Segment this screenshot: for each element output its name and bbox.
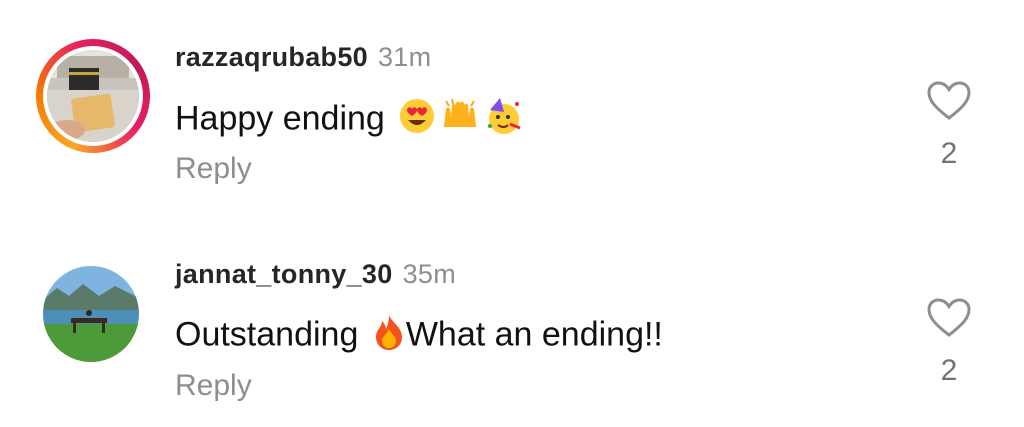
comment-text-body: Happy ending xyxy=(175,99,385,138)
comment-timestamp: 35m xyxy=(402,259,456,289)
heart-icon xyxy=(927,81,971,120)
comment-text: Outstanding What an ending!! xyxy=(175,313,663,360)
heart-eyes-emoji xyxy=(398,97,436,144)
comment-username[interactable]: jannat_tonny_30 35m xyxy=(175,259,456,290)
avatar[interactable] xyxy=(43,266,139,362)
reply-button[interactable]: Reply xyxy=(175,369,252,403)
comment-timestamp: 31m xyxy=(377,42,432,72)
reply-button[interactable]: Reply xyxy=(175,152,252,186)
username-text[interactable]: razzaqrubab50 xyxy=(175,42,368,72)
like-count: 2 xyxy=(940,137,958,170)
like-count: 2 xyxy=(940,354,958,387)
avatar-photo xyxy=(43,266,139,362)
avatar-story-ring[interactable] xyxy=(36,39,150,153)
heart-icon xyxy=(927,298,971,337)
avatar[interactable] xyxy=(47,50,139,142)
comments-list: razzaqrubab50 31m Happy ending Reply 2 j… xyxy=(0,0,1024,427)
comment-text-after: What an ending!! xyxy=(405,315,663,354)
comment-item: razzaqrubab50 31m Happy ending Reply 2 xyxy=(0,0,1024,200)
comment-text-before: Outstanding xyxy=(175,315,359,354)
comment-text: Happy ending xyxy=(175,96,524,145)
avatar-photo xyxy=(47,50,139,142)
raising-hands-emoji xyxy=(440,97,480,144)
partying-face-emoji xyxy=(484,96,524,145)
username-text[interactable]: jannat_tonny_30 xyxy=(175,259,393,289)
avatar-image xyxy=(43,266,139,362)
comment-username[interactable]: razzaqrubab50 31m xyxy=(175,42,431,73)
like-button[interactable] xyxy=(926,80,972,122)
like-button[interactable] xyxy=(926,297,972,339)
fire-emoji xyxy=(372,313,406,360)
comment-item: jannat_tonny_30 35m Outstanding What an e… xyxy=(0,217,1024,417)
